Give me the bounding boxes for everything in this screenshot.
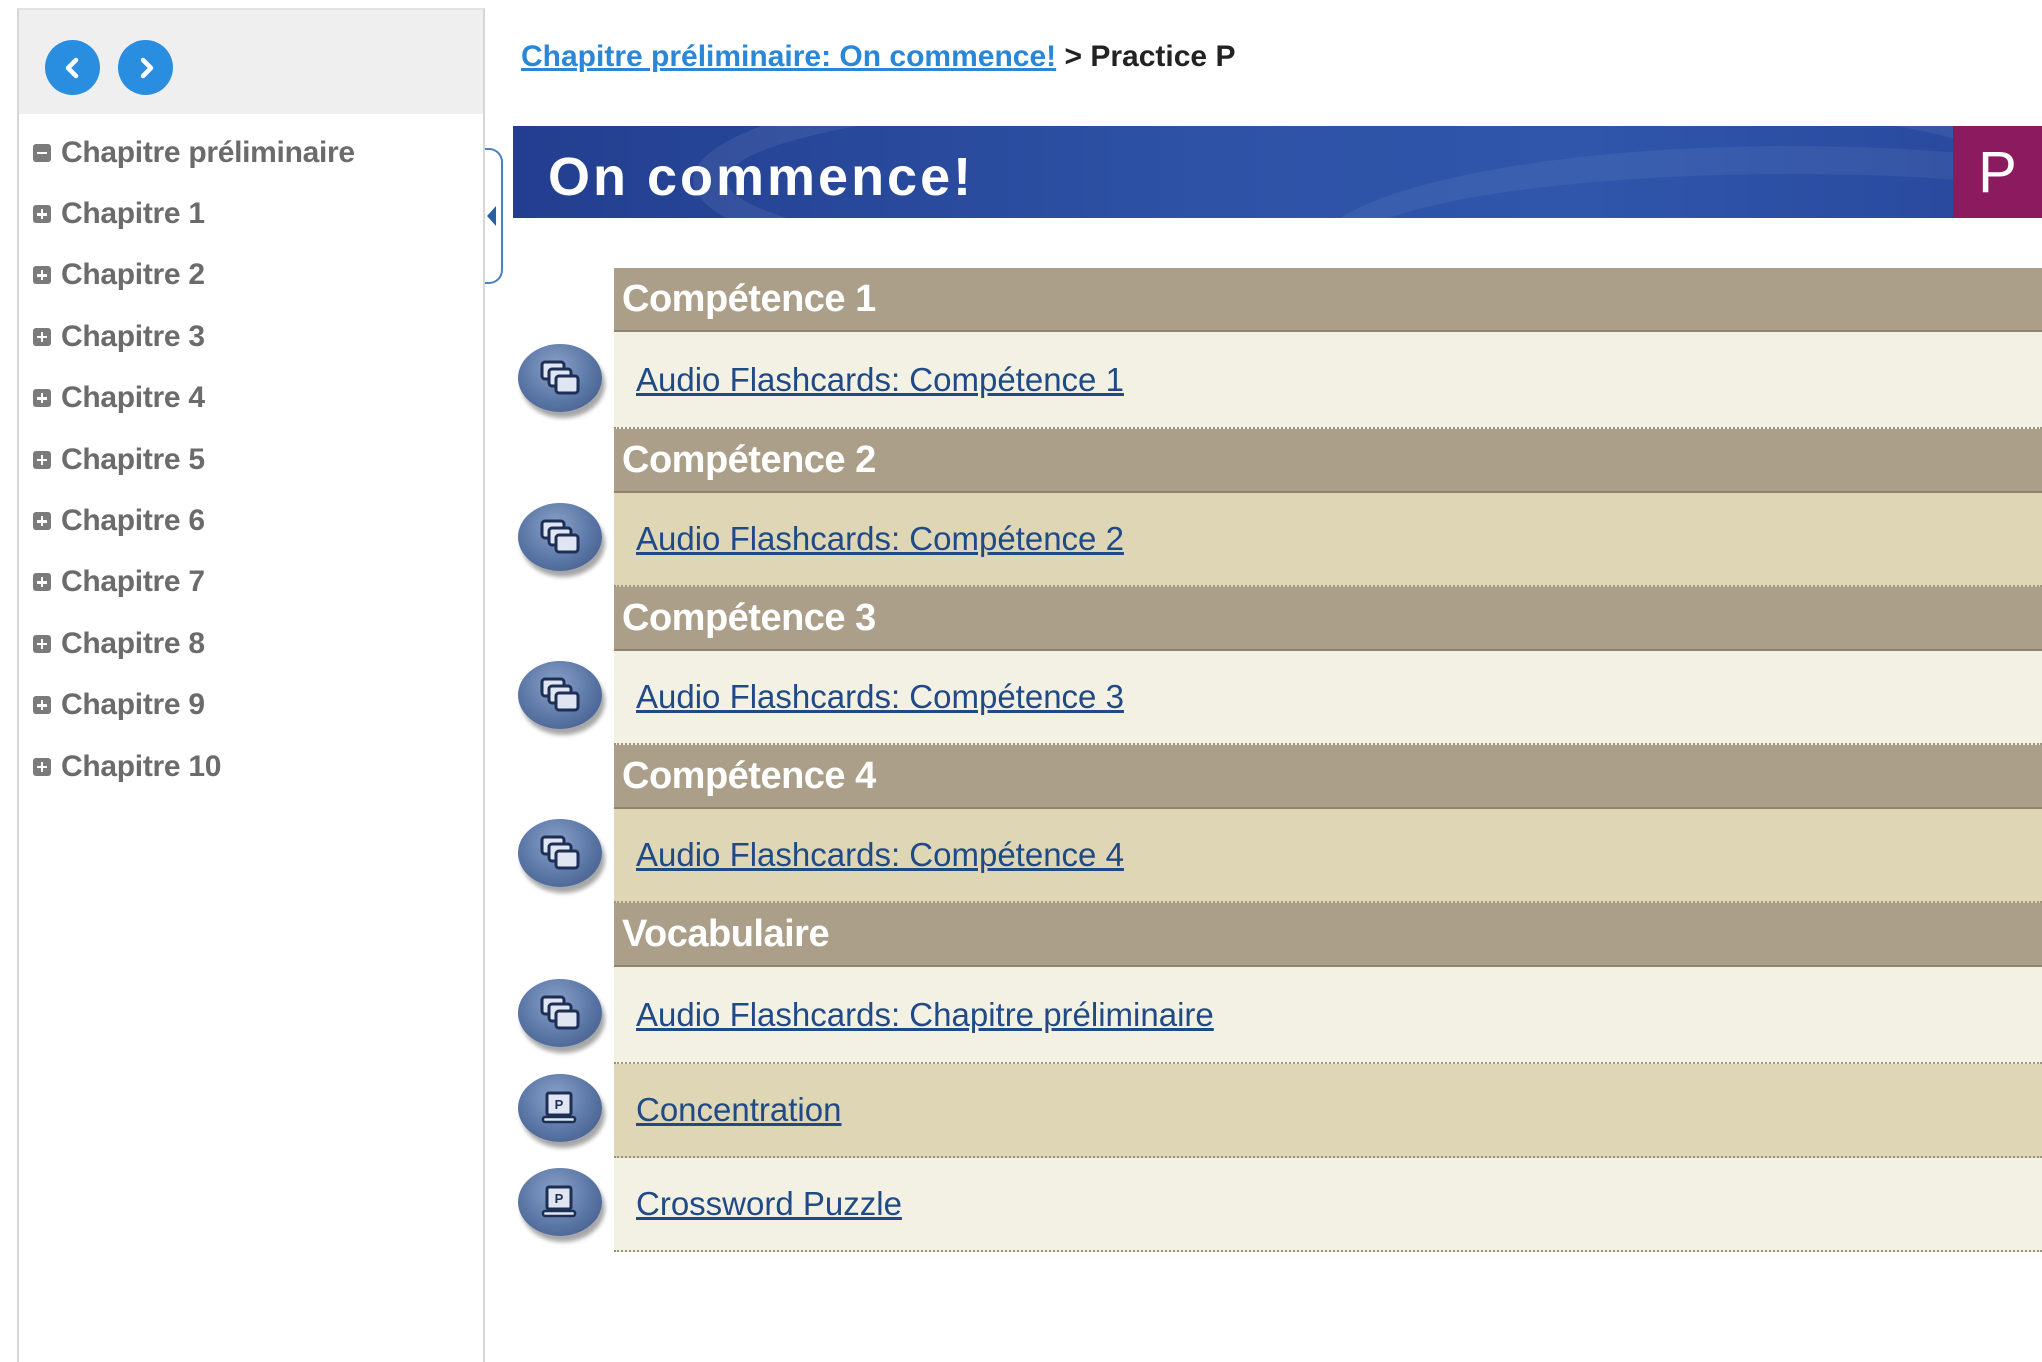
activity-link[interactable]: Audio Flashcards: Compétence 3 — [636, 678, 1124, 716]
list-item: Audio Flashcards: Compétence 3 — [514, 651, 2042, 745]
section-header: Vocabulaire — [614, 903, 2042, 967]
section-title: Compétence 3 — [622, 596, 876, 639]
expand-icon[interactable] — [33, 450, 51, 469]
sidebar-nav-bar — [19, 10, 483, 114]
list-item-body: Audio Flashcards: Compétence 2 — [614, 493, 2042, 587]
tree-item-label: Chapitre 4 — [61, 381, 205, 415]
tree-item-chapitre-3[interactable]: Chapitre 3 — [19, 306, 483, 367]
chapter-banner: On commence! P — [513, 126, 2042, 218]
tree-item-label: Chapitre 3 — [61, 319, 205, 353]
list-item: P Crossword Puzzle — [514, 1158, 2042, 1252]
list-item: Audio Flashcards: Compétence 4 — [514, 809, 2042, 903]
list-item: Audio Flashcards: Chapitre préliminaire — [514, 967, 2042, 1064]
tree-item-chapitre-5[interactable]: Chapitre 5 — [19, 429, 483, 490]
section-title: Compétence 1 — [622, 277, 876, 320]
activity-list: Compétence 1 Audio Flashcards: Compétenc… — [514, 268, 2042, 1252]
tree-item-chapitre-7[interactable]: Chapitre 7 — [19, 552, 483, 613]
activity-link[interactable]: Audio Flashcards: Compétence 4 — [636, 836, 1124, 874]
section-title: Compétence 2 — [622, 438, 876, 481]
list-item: P Concentration — [514, 1064, 2042, 1158]
section-header: Compétence 1 — [614, 268, 2042, 332]
flashcards-icon[interactable] — [518, 343, 604, 418]
tree-item-label: Chapitre 9 — [61, 688, 205, 722]
tree-item-chapitre-8[interactable]: Chapitre 8 — [19, 613, 483, 674]
activity-link[interactable]: Audio Flashcards: Compétence 2 — [636, 520, 1124, 558]
expand-icon[interactable] — [33, 696, 51, 715]
tree-item-label: Chapitre 7 — [61, 565, 205, 599]
breadcrumb-current: Practice P — [1090, 40, 1236, 73]
tree-item-label: Chapitre 1 — [61, 197, 205, 231]
tree-item-chapitre-4[interactable]: Chapitre 4 — [19, 368, 483, 429]
chevron-right-icon — [140, 57, 153, 78]
section-title: Vocabulaire — [622, 912, 830, 955]
expand-icon[interactable] — [33, 266, 51, 285]
badge-label: P — [1978, 139, 2017, 205]
flashcards-icon[interactable] — [518, 978, 604, 1053]
tree-item-chapitre-2[interactable]: Chapitre 2 — [19, 245, 483, 306]
expand-icon[interactable] — [33, 205, 51, 224]
tree-item-label: Chapitre 2 — [61, 258, 205, 292]
forward-button[interactable] — [118, 40, 173, 95]
practice-icon[interactable]: P — [518, 1168, 604, 1242]
section-title: Compétence 4 — [622, 754, 876, 797]
list-item-body: Audio Flashcards: Compétence 4 — [614, 809, 2042, 903]
expand-icon[interactable] — [33, 512, 51, 531]
tree-item-label: Chapitre 5 — [61, 442, 205, 476]
tree-item-chapitre-6[interactable]: Chapitre 6 — [19, 490, 483, 551]
breadcrumb-link[interactable]: Chapitre préliminaire: On commence! — [521, 40, 1056, 73]
svg-text:P: P — [555, 1097, 564, 1112]
activity-link[interactable]: Audio Flashcards: Chapitre préliminaire — [636, 996, 1214, 1034]
expand-icon[interactable] — [33, 757, 51, 776]
breadcrumb-separator: > — [1064, 40, 1083, 73]
breadcrumb: Chapitre préliminaire: On commence! > Pr… — [521, 40, 1235, 74]
flashcards-icon[interactable] — [518, 503, 604, 577]
section-header: Compétence 4 — [614, 745, 2042, 809]
back-button[interactable] — [45, 40, 100, 95]
list-item-body: Crossword Puzzle — [614, 1158, 2042, 1252]
flashcards-icon[interactable] — [518, 819, 604, 893]
expand-icon[interactable] — [33, 389, 51, 408]
chapter-tree: Chapitre préliminaire Chapitre 1 Chapitr… — [19, 122, 483, 797]
list-item-body: Audio Flashcards: Chapitre préliminaire — [614, 967, 2042, 1064]
activity-link[interactable]: Audio Flashcards: Compétence 1 — [636, 361, 1124, 399]
activity-link[interactable]: Concentration — [636, 1091, 841, 1129]
tree-item-chapitre-9[interactable]: Chapitre 9 — [19, 675, 483, 736]
page-title: On commence! — [548, 147, 975, 207]
tree-item-chapitre-1[interactable]: Chapitre 1 — [19, 183, 483, 244]
list-item: Audio Flashcards: Compétence 2 — [514, 493, 2042, 587]
practice-badge: P — [1953, 126, 2042, 218]
activity-link[interactable]: Crossword Puzzle — [636, 1185, 902, 1223]
collapse-arrow-icon — [487, 206, 496, 226]
list-item-body: Concentration — [614, 1064, 2042, 1158]
list-item-body: Audio Flashcards: Compétence 1 — [614, 332, 2042, 429]
sidebar-collapse-handle[interactable] — [485, 148, 503, 284]
sidebar: Chapitre préliminaire Chapitre 1 Chapitr… — [17, 8, 485, 1362]
tree-item-label: Chapitre 10 — [61, 749, 222, 783]
tree-item-chapitre-preliminaire[interactable]: Chapitre préliminaire — [19, 122, 483, 183]
flashcards-icon[interactable] — [518, 661, 604, 735]
chevron-left-icon — [65, 57, 78, 78]
collapse-icon[interactable] — [33, 143, 51, 162]
list-item-body: Audio Flashcards: Compétence 3 — [614, 651, 2042, 745]
tree-item-label: Chapitre préliminaire — [61, 135, 355, 169]
section-header: Compétence 3 — [614, 587, 2042, 651]
expand-icon[interactable] — [33, 573, 51, 592]
expand-icon[interactable] — [33, 634, 51, 653]
tree-item-chapitre-10[interactable]: Chapitre 10 — [19, 736, 483, 797]
practice-icon[interactable]: P — [518, 1074, 604, 1148]
section-header: Compétence 2 — [614, 429, 2042, 493]
expand-icon[interactable] — [33, 327, 51, 346]
tree-item-label: Chapitre 6 — [61, 504, 205, 538]
list-item: Audio Flashcards: Compétence 1 — [514, 332, 2042, 429]
svg-text:P: P — [555, 1191, 564, 1206]
tree-item-label: Chapitre 8 — [61, 626, 205, 660]
